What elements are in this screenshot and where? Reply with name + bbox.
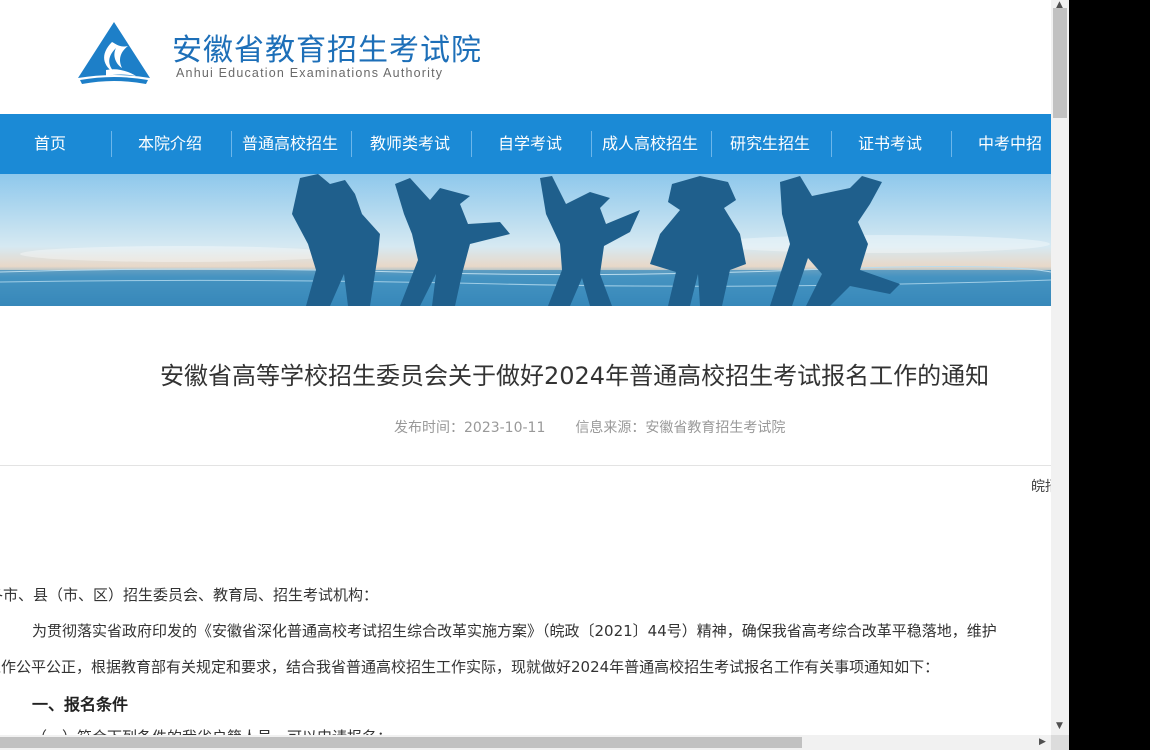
info-source: 信息来源：安徽省教育招生考试院 xyxy=(575,420,786,436)
site-header: 安徽省教育招生考试院 Anhui Education Examinations … xyxy=(0,0,1051,114)
horizontal-scrollbar[interactable]: ▶ xyxy=(0,735,1051,750)
brand-name-cn: 安徽省教育招生考试院 xyxy=(172,33,482,68)
nav-item-middle-school[interactable]: 中考中招 xyxy=(950,114,1051,174)
horizontal-scroll-thumb[interactable] xyxy=(0,737,802,748)
section-heading: 一、报名条件 xyxy=(32,695,129,714)
main-nav: 首页 本院介绍 普通高校招生 教师类考试 自学考试 成人高校招生 研究生招生 证… xyxy=(0,114,1051,174)
article-meta: 发布时间：2023-10-11 信息来源：安徽省教育招生考试院 xyxy=(394,417,815,437)
scroll-right-arrow-icon[interactable]: ▶ xyxy=(1039,737,1046,747)
nav-item-certificate[interactable]: 证书考试 xyxy=(830,114,950,174)
window-edge xyxy=(1069,0,1150,750)
nav-item-general-admission[interactable]: 普通高校招生 xyxy=(230,114,350,174)
scrollbar-corner xyxy=(1051,735,1069,750)
salutation-text: 各市、县（市、区）招生委员会、教育局、招生考试机构： xyxy=(0,586,379,604)
nav-item-adult-admission[interactable]: 成人高校招生 xyxy=(590,114,710,174)
scroll-down-arrow-icon[interactable]: ▼ xyxy=(1056,721,1063,731)
paragraph-line: 为贯彻落实省政府印发的《安徽省深化普通高校考试招生综合改革实施方案》（皖政〔20… xyxy=(32,622,997,640)
vertical-scrollbar[interactable]: ▲ ▼ xyxy=(1051,0,1069,735)
graduates-banner-illustration xyxy=(0,174,1051,306)
subsection-text: （一）符合下列条件的我省户籍人员，可以申请报名： xyxy=(32,726,392,735)
nav-item-about[interactable]: 本院介绍 xyxy=(110,114,230,174)
nav-item-home[interactable]: 首页 xyxy=(0,114,110,174)
content-divider xyxy=(0,465,1051,466)
page-viewport: 安徽省教育招生考试院 Anhui Education Examinations … xyxy=(0,0,1051,735)
article-title: 安徽省高等学校招生委员会关于做好2024年普通高校招生考试报名工作的通知 xyxy=(160,362,990,390)
publish-time: 发布时间：2023-10-11 xyxy=(394,420,546,436)
paragraph-line: 工作公平公正，根据教育部有关规定和要求，结合我省普通高校招生工作实际，现就做好2… xyxy=(0,658,940,676)
logo-icon[interactable] xyxy=(76,20,152,90)
banner-image xyxy=(0,174,1051,306)
brand-name-en: Anhui Education Examinations Authority xyxy=(176,66,444,80)
vertical-scroll-thumb[interactable] xyxy=(1053,8,1067,118)
nav-item-graduate[interactable]: 研究生招生 xyxy=(710,114,830,174)
nav-item-teacher-exam[interactable]: 教师类考试 xyxy=(350,114,470,174)
document-number: 皖招 xyxy=(1031,479,1051,495)
nav-item-self-study[interactable]: 自学考试 xyxy=(470,114,590,174)
